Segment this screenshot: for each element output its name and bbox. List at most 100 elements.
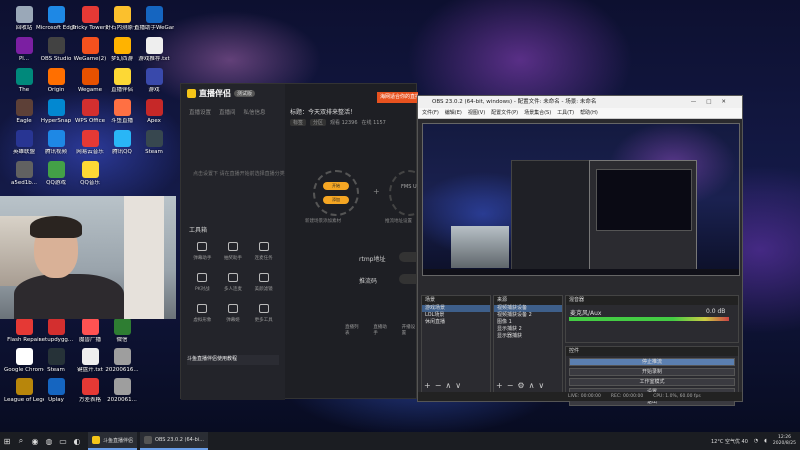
scenes-footer[interactable]: +−∧∨ [424,381,465,390]
room-title[interactable]: 标题：今天双排来整活！ [290,107,356,116]
desktop-icon-label: Steam [145,149,163,155]
desktop-icon[interactable]: 游戏推荐.txt [134,37,174,63]
desktop-icon-graphic [15,130,33,147]
toolbox-grid: 弹幕助手 抽奖助手 连麦任务 PK对战 多人连麦 美颜滤镜虚拟形象 弹幕姬 更多工具 [187,242,279,323]
tool-item[interactable]: 美颜滤镜 [248,273,279,292]
action-list[interactable]: 直播列表 [345,324,361,336]
clock[interactable]: 12:26 2020/8/25 [773,435,796,447]
obs-window[interactable]: OBS 23.0.2 (64-bit, windows) - 配置文件: 未命名… [417,95,743,406]
desktop-icon-label: 20200616... [105,367,139,373]
steam-icon[interactable]: ◉ [28,432,42,450]
control-button[interactable]: 工作室模式 [569,378,735,386]
tool-label: 弹幕姬 [226,318,240,323]
desktop-icon[interactable]: 游戏 [134,68,174,94]
chrome-icon[interactable]: ◍ [42,432,56,450]
obs-preview[interactable] [422,123,740,276]
tab-live-settings[interactable]: 直播设置 [189,108,211,116]
weather[interactable]: 12°C 空气优 40 [711,438,748,445]
window-controls[interactable]: —□✕ [691,96,736,108]
sources-footer[interactable]: +−⚙∧∨ [496,381,548,390]
desktop-icon-graphic [81,6,99,23]
obs-menu-item[interactable]: 文件(F) [422,108,439,118]
promo-banner[interactable]: 海网适合你的直播玩法 [377,92,418,103]
desktop-icon[interactable]: 微信 [102,318,142,344]
desktop-icon-graphic [15,68,33,85]
tool-icon [227,273,238,282]
obs-menu-item[interactable]: 视图(V) [468,108,485,118]
room-meta: 标签 分区 观看 12396 在线 1157 [290,119,386,126]
tool-item[interactable]: 弹幕助手 [187,242,218,261]
status-item: REC: 00:00:00 [610,394,644,399]
obs-menu-item[interactable]: 工具(T) [557,108,574,118]
desktop-icon-graphic [81,348,99,365]
source-item[interactable]: 显示捕获 2 [494,326,562,333]
desktop-icon-graphic [113,6,131,23]
start-scene-button[interactable]: 开始 [323,182,349,190]
desktop-icon-graphic [15,348,33,365]
desktop-icon-label: 游戏推荐.txt [138,56,170,62]
desktop-icon-label: QQ音乐 [80,180,100,186]
volume-icon[interactable]: ◖ [764,438,767,444]
control-button[interactable]: 开始录制 [569,368,735,376]
scene-item[interactable]: 休闲直播 [422,319,490,326]
desktop-icon[interactable]: Apex [134,99,174,125]
desktop-icon-graphic [81,68,99,85]
obs-menu-item[interactable]: 帮助(H) [580,108,598,118]
tool-item[interactable]: 连麦任务 [248,242,279,261]
tutorial-banner[interactable]: 斗鱼直播伴侣使用教程 [187,355,279,365]
add-scene-button[interactable]: 添加 [323,196,349,204]
taskbar-app-icon [92,436,100,444]
desktop-icon[interactable]: QQ音乐 [70,161,110,187]
controls-dock: 控件 停止推流开始录制工作室模式设置退出 [565,346,739,406]
tab-live-room[interactable]: 直播间 [219,108,236,116]
tab-messages[interactable]: 私信信息 [244,108,266,116]
desktop-icon-graphic [145,37,163,54]
mixer-level: 0.0 dB [706,308,726,315]
volume-meter[interactable] [569,317,729,321]
source-item[interactable]: 视频捕获设备 2 [494,312,562,319]
obs-menu-item[interactable]: 编辑(E) [445,108,462,118]
control-button[interactable]: 停止推流 [569,358,735,366]
search-icon[interactable]: ⌕ [14,432,28,450]
live-companion-sidebar: 直播伴侣 测试版 直播设置 直播间 私信信息 点击设置下 请在直播开始前选择直播分… [181,84,285,400]
taskbar-app[interactable]: 斗鱼直播伴侣 [88,432,138,450]
desktop-icon-graphic [47,348,65,365]
tool-item[interactable]: 多人连麦 [218,273,249,292]
tool-item[interactable]: 更多工具 [248,304,279,323]
desktop-icon[interactable]: 20200616... [102,348,142,374]
scene-ring: 开始 添加 [313,170,359,216]
source-item[interactable]: 显示器捕获 [494,333,562,340]
tool-item[interactable]: PK对战 [187,273,218,292]
clock-date: 2020/8/25 [772,441,796,446]
folder-icon[interactable]: ▭ [56,432,70,450]
obs-menu-item[interactable]: 场景集合(S) [524,108,551,118]
wechat-icon[interactable]: ◐ [70,432,84,450]
scene-item[interactable]: 游戏场景 [422,305,490,312]
desktop-icon[interactable]: Steam [134,130,174,156]
desktop-icon[interactable]: 2020061... [102,378,142,404]
source-item[interactable]: 视频捕获设备 [494,305,562,312]
action-settings[interactable]: 开播设置 [402,324,418,336]
source-item[interactable]: 图像 1 [494,319,562,326]
scene-item[interactable]: LOL场景 [422,312,490,319]
mixer-track: 麦克风/Aux [570,310,602,317]
start-icon[interactable]: ⊞ [0,432,14,450]
taskbar-app[interactable]: OBS 23.0.2 (64-bi... [140,432,208,450]
tool-label: 抽奖助手 [223,256,242,261]
obs-menu-item[interactable]: 配置文件(P) [491,108,518,118]
desktop-icon-graphic [113,318,131,335]
tool-item[interactable]: 抽奖助手 [218,242,249,261]
tool-item[interactable]: 虚拟形象 [187,304,218,323]
taskbar-app-label: OBS 23.0.2 (64-bi... [155,437,204,443]
action-assistant[interactable]: 直播助手 [373,324,389,336]
desktop-icon[interactable]: 直播助手WeGame版 [134,6,174,32]
status-item: CPU: 1.0%, 60.00 fps [653,394,701,399]
plus-icon: + [373,187,380,196]
tool-item[interactable]: 弹幕姬 [218,304,249,323]
push-caption: 推流地址设置 [385,219,412,224]
meta-tag: 标签 [290,119,307,126]
scene-caption: 新建场景添加素材 [305,219,341,224]
live-companion-window[interactable]: 直播伴侣 测试版 直播设置 直播间 私信信息 点击设置下 请在直播开始前选择直播分… [180,83,429,400]
network-icon[interactable]: ◔ [754,438,758,444]
tool-label: 连麦任务 [254,256,273,261]
